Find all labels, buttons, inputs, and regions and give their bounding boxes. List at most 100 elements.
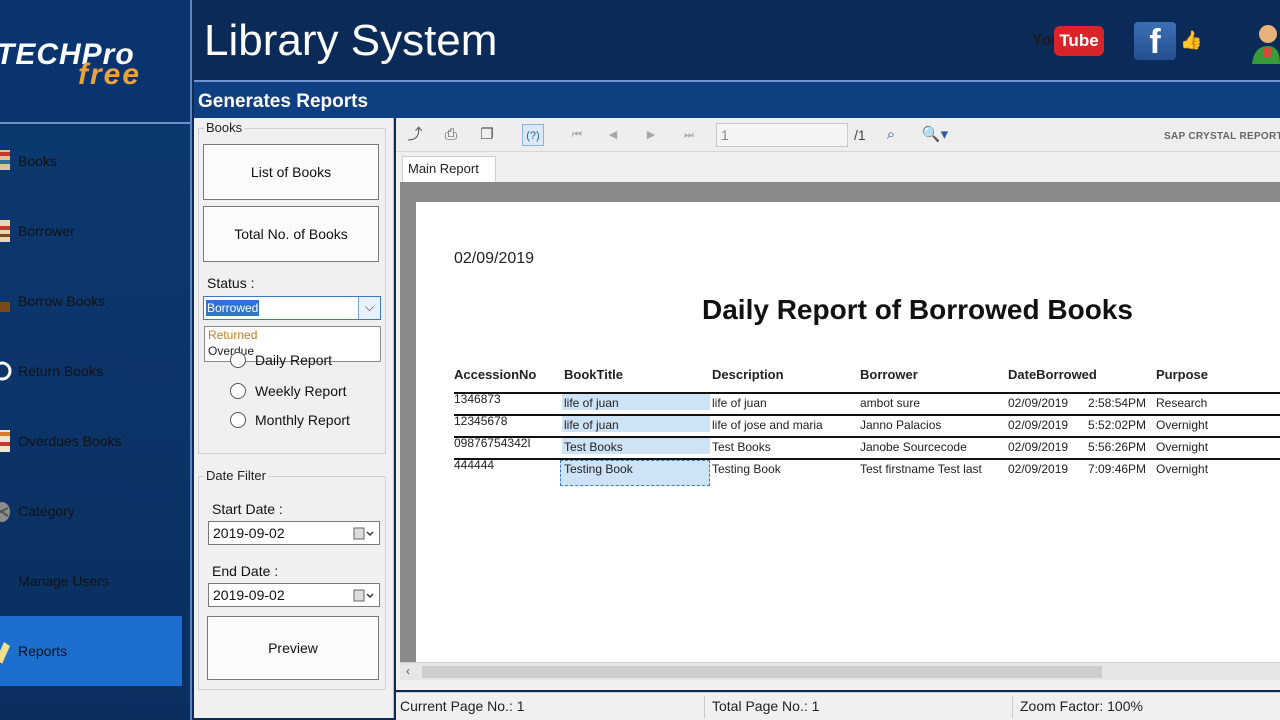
youtube-tube-text: Tube	[1054, 26, 1104, 56]
cell-date: 02/09/2019	[1008, 462, 1069, 476]
end-date-label: End Date :	[212, 563, 279, 579]
sidebar-item-overdues-books[interactable]: Overdues Books	[0, 406, 190, 476]
preview-button[interactable]: Preview	[207, 616, 379, 680]
subheader: Generates Reports	[194, 80, 1280, 118]
logo-line2: free	[78, 58, 142, 91]
scroll-left-icon[interactable]: ‹	[406, 664, 410, 678]
cell-date: 02/09/2019	[1008, 396, 1069, 410]
book-icon	[0, 150, 10, 170]
viewer-toolbar: ⤴ ⎙ ❐ (?) ⏮ ◀ ▶ ⏭ 1 /1 ⌕ 🔍▾ SAP CRYSTAL …	[396, 118, 1280, 152]
radio-circle	[230, 412, 246, 428]
cell-purpose: Overnight	[1156, 462, 1209, 476]
print-icon[interactable]: ⎙	[440, 124, 462, 146]
youtube-icon[interactable]: You Tube	[1032, 26, 1106, 58]
last-page-icon[interactable]: ⏭	[678, 124, 700, 146]
borrow-icon	[0, 302, 10, 312]
row-separator	[454, 458, 1280, 460]
calendar-icon[interactable]	[353, 527, 375, 540]
calendar-icon[interactable]	[353, 589, 375, 602]
list-of-books-button[interactable]: List of Books	[203, 144, 379, 200]
scrollbar-thumb[interactable]	[422, 666, 1102, 678]
status-label: Status :	[207, 275, 255, 291]
cell-time: 5:56:26PM	[1088, 440, 1147, 454]
sidebar-item-borrow-books[interactable]: Borrow Books	[0, 266, 190, 336]
cell-borrower: ambot sure	[860, 396, 921, 410]
cell-borrower: Janobe Sourcecode	[860, 440, 967, 454]
monthly-report-radio[interactable]: Monthly Report	[230, 412, 350, 428]
cell-date: 02/09/2019	[1008, 440, 1069, 454]
sidebar-item-manage-users[interactable]: Manage Users	[0, 546, 190, 616]
radio-circle	[230, 383, 246, 399]
daily-report-label: Daily Report	[255, 352, 333, 368]
date-filter-title: Date Filter	[204, 468, 268, 483]
cell-description: Test Books	[712, 440, 771, 454]
report-page: 02/09/2019 Daily Report of Borrowed Book…	[416, 202, 1280, 662]
report-date: 02/09/2019	[454, 250, 535, 267]
page-number-input[interactable]: 1	[716, 123, 848, 147]
sidebar-item-label: Books	[18, 153, 57, 169]
app-title: Library System	[204, 16, 498, 65]
status-divider	[704, 696, 705, 718]
category-icon	[0, 502, 10, 522]
cell-accession: 1346873	[454, 392, 501, 406]
cell-borrower: Janno Palacios	[860, 418, 942, 432]
header-description: Description	[712, 367, 784, 382]
facebook-icon[interactable]: f	[1134, 22, 1176, 61]
sidebar-item-label: Borrow Books	[18, 293, 106, 309]
sidebar-item-label: Reports	[18, 643, 68, 659]
cell-time: 7:09:46PM	[1088, 462, 1147, 476]
zoom-icon[interactable]: 🔍▾	[918, 124, 952, 146]
weekly-report-radio[interactable]: Weekly Report	[230, 383, 347, 399]
tab-main-report[interactable]: Main Report	[402, 156, 496, 182]
next-page-icon[interactable]: ▶	[640, 124, 662, 146]
weekly-report-label: Weekly Report	[255, 383, 347, 399]
end-date-picker[interactable]: 2019-09-02	[208, 583, 380, 607]
radio-circle	[230, 352, 246, 368]
group-tree-icon[interactable]: (?)	[522, 124, 544, 146]
sidebar-item-category[interactable]: Category	[0, 476, 190, 546]
sidebar-item-return-books[interactable]: Return Books	[0, 336, 190, 406]
sidebar-item-books[interactable]: Books	[0, 126, 190, 196]
chevron-down-icon[interactable]: ⌵	[358, 297, 380, 319]
cell-purpose: Overnight	[1156, 418, 1209, 432]
cell-borrower: Test firstname Test last	[860, 462, 982, 476]
status-select[interactable]: Borrowed ⌵	[203, 296, 381, 320]
cell-time: 5:52:02PM	[1088, 418, 1147, 432]
cell-title: life of juan	[564, 396, 619, 410]
logo: TECHPro free	[0, 0, 190, 124]
first-page-icon[interactable]: ⏮	[566, 124, 588, 146]
start-date-picker[interactable]: 2019-09-02	[208, 521, 380, 545]
total-books-button[interactable]: Total No. of Books	[203, 206, 379, 262]
sidebar-nav: Books Borrower Borrow Books Return Books…	[0, 126, 190, 686]
start-date-value: 2019-09-02	[213, 525, 285, 541]
page-title: Generates Reports	[198, 91, 369, 112]
status-option-returned[interactable]: Returned	[205, 327, 380, 343]
return-icon	[0, 361, 12, 381]
horizontal-scrollbar[interactable]: ‹	[400, 662, 1280, 680]
page-count: /1	[854, 127, 866, 143]
prev-page-icon[interactable]: ◀	[602, 124, 624, 146]
status-divider	[1012, 696, 1013, 718]
sidebar-item-borrower[interactable]: Borrower	[0, 196, 190, 266]
row-separator	[454, 436, 1280, 438]
copy-icon[interactable]: ❐	[476, 124, 498, 146]
sidebar-item-label: Return Books	[18, 363, 103, 379]
export-icon[interactable]: ⤴	[404, 124, 426, 146]
cell-accession: 09876754342I	[454, 436, 531, 450]
row-separator	[454, 392, 1280, 394]
find-icon[interactable]: ⌕	[880, 124, 902, 146]
sidebar: TECHPro free Books Borrower Borrow Books…	[0, 0, 192, 720]
sidebar-item-reports[interactable]: Reports	[0, 616, 182, 686]
cell-purpose: Overnight	[1156, 440, 1209, 454]
end-date-value: 2019-09-02	[213, 587, 285, 603]
user-icon[interactable]	[1250, 22, 1280, 64]
cell-description: Testing Book	[712, 462, 781, 476]
header-purpose: Purpose	[1156, 367, 1209, 382]
daily-report-radio[interactable]: Daily Report	[230, 352, 332, 368]
borrower-icon	[0, 220, 10, 242]
cell-purpose: Research	[1156, 396, 1208, 410]
cell-accession: 444444	[454, 458, 495, 472]
cell-title: life of juan	[564, 418, 619, 432]
users-icon	[0, 568, 14, 594]
sidebar-item-label: Category	[18, 503, 75, 519]
